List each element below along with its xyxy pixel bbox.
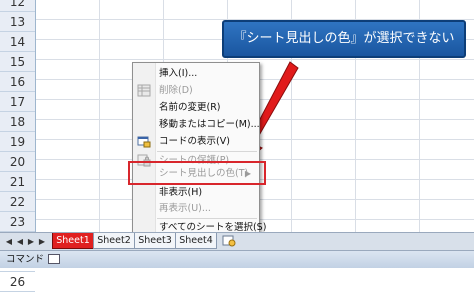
sheet-tab-bar: ◀ ◀ ▶ ▶ Sheet1 Sheet2 Sheet3 Sheet4 <box>0 232 474 250</box>
menu-item-insert[interactable]: 挿入(I)... <box>133 65 259 82</box>
status-bar: コマンド <box>0 250 474 268</box>
sheet-tab-3[interactable]: Sheet3 <box>134 233 176 249</box>
sheet-tab-1[interactable]: Sheet1 <box>52 233 94 249</box>
menu-item-delete[interactable]: 削除(D) <box>133 82 259 99</box>
row-number[interactable]: 23 <box>0 212 35 232</box>
menu-item-hide[interactable]: 非表示(H) <box>133 184 259 201</box>
macro-record-icon[interactable] <box>48 254 60 264</box>
sheet-tab-context-menu: 挿入(I)... 削除(D) 名前の変更(R) 移動またはコピー(M)... コ… <box>132 62 266 237</box>
row-number[interactable]: 21 <box>0 172 35 192</box>
status-mode-label: コマンド <box>6 254 45 265</box>
row-number[interactable]: 19 <box>0 132 35 152</box>
row-number[interactable]: 18 <box>0 112 35 132</box>
menu-item-label: 削除(D) <box>159 85 193 96</box>
row-number[interactable]: 26 <box>0 272 35 292</box>
menu-item-view-code[interactable]: コードの表示(V) <box>133 133 259 150</box>
annotation-callout: 『シート見出しの色』が選択できない <box>222 20 466 58</box>
menu-item-unhide[interactable]: 再表示(U)... <box>133 200 259 217</box>
row-number[interactable]: 12 <box>0 0 35 12</box>
row-number[interactable]: 16 <box>0 72 35 92</box>
prev-sheet-icon[interactable]: ◀ <box>15 236 25 247</box>
row-number[interactable]: 15 <box>0 52 35 72</box>
menu-item-label: コードの表示(V) <box>159 136 230 147</box>
delete-sheet-icon <box>137 84 151 97</box>
highlight-box <box>128 161 266 185</box>
view-code-icon <box>137 136 151 148</box>
row-header-column: 12 13 14 15 16 17 18 19 20 21 22 23 24 2… <box>0 0 36 292</box>
row-number[interactable]: 22 <box>0 192 35 212</box>
sheet-tab-4[interactable]: Sheet4 <box>175 233 217 249</box>
row-number[interactable]: 14 <box>0 32 35 52</box>
row-number[interactable]: 20 <box>0 152 35 172</box>
menu-item-move-copy[interactable]: 移動またはコピー(M)... <box>133 116 260 133</box>
menu-item-rename[interactable]: 名前の変更(R) <box>133 99 259 116</box>
next-sheet-icon[interactable]: ▶ <box>26 236 36 247</box>
first-sheet-icon[interactable]: ◀ <box>4 236 14 247</box>
row-number[interactable]: 17 <box>0 92 35 112</box>
insert-sheet-icon[interactable] <box>222 235 236 247</box>
sheet-tab-2[interactable]: Sheet2 <box>93 233 135 249</box>
last-sheet-icon[interactable]: ▶ <box>37 236 47 247</box>
row-number[interactable]: 13 <box>0 12 35 32</box>
